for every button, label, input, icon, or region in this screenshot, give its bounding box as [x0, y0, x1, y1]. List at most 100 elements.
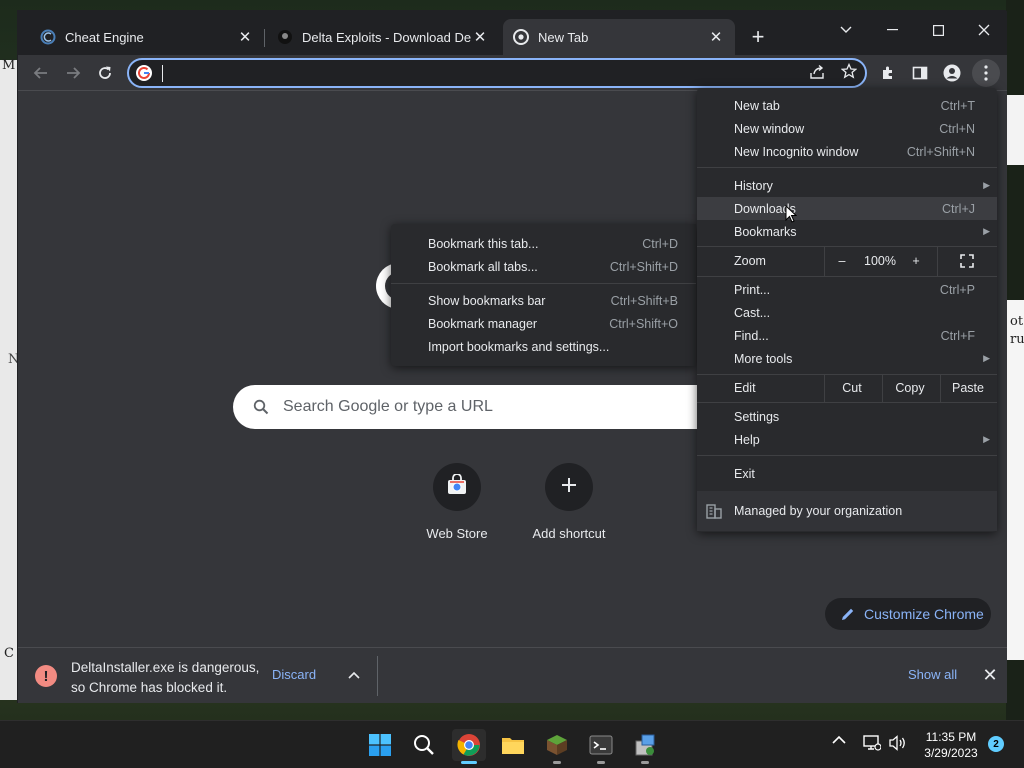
minimize-icon[interactable]	[869, 15, 915, 45]
reload-icon[interactable]	[91, 59, 119, 87]
menu-item-help[interactable]: Help ▶	[697, 428, 997, 451]
download-warning-line2: so Chrome has blocked it.	[71, 680, 228, 695]
tab-new-tab[interactable]: New Tab ✕	[503, 19, 735, 55]
shortcut-add[interactable]: Add shortcut	[514, 463, 624, 553]
menu-item-settings[interactable]: Settings	[697, 405, 997, 428]
menu-item-label: Show bookmarks bar	[428, 293, 546, 308]
menu-item-label: New tab	[734, 98, 780, 113]
menu-item-bookmark-tab[interactable]: Bookmark this tab... Ctrl+D	[391, 232, 696, 255]
running-indicator	[597, 761, 605, 764]
menu-item-label: Help	[734, 432, 760, 447]
taskbar-clock[interactable]: 11:35 PM 3/29/2023	[918, 729, 984, 761]
menu-item-bookmark-all-tabs[interactable]: Bookmark all tabs... Ctrl+Shift+D	[391, 255, 696, 278]
menu-item-more-tools[interactable]: More tools ▶	[697, 347, 997, 370]
taskbar-minecraft-icon[interactable]	[540, 729, 574, 764]
managed-by-organization[interactable]: Managed by your organization	[697, 491, 997, 531]
taskbar-installer-icon[interactable]	[628, 729, 662, 764]
ntp-search-input[interactable]	[283, 398, 663, 416]
menu-item-exit[interactable]: Exit	[697, 462, 997, 485]
menu-item-label: Bookmarks	[734, 224, 797, 239]
shortcut-web-store[interactable]: Web Store	[402, 463, 512, 553]
zoom-level: 100%	[864, 254, 896, 268]
menu-item-import-bookmarks[interactable]: Import bookmarks and settings...	[391, 335, 696, 358]
shortcut-tile	[545, 463, 593, 511]
submenu-arrow-icon: ▶	[983, 434, 990, 444]
active-indicator	[461, 761, 477, 764]
delta-favicon-icon	[277, 29, 293, 45]
menu-item-bookmarks[interactable]: Bookmarks ▶	[697, 220, 997, 243]
start-windows-icon[interactable]	[363, 729, 397, 761]
share-icon[interactable]	[809, 64, 825, 85]
close-window-icon[interactable]	[961, 15, 1007, 45]
tab-search-chevron-icon[interactable]	[823, 15, 869, 45]
plus-icon	[561, 477, 577, 498]
extensions-puzzle-icon[interactable]	[874, 59, 902, 87]
menu-item-cast[interactable]: Cast...	[697, 301, 997, 324]
ntp-search-box[interactable]	[233, 385, 713, 429]
chrome-main-menu: New tab Ctrl+T New window Ctrl+N New Inc…	[697, 88, 997, 532]
close-tab-icon[interactable]: ✕	[471, 28, 489, 46]
menu-item-label: Cast...	[734, 305, 771, 320]
taskbar-file-explorer-icon[interactable]	[496, 729, 530, 761]
download-warning-line1: DeltaInstaller.exe is dangerous,	[71, 660, 260, 675]
customize-chrome-button[interactable]: Customize Chrome	[825, 598, 991, 630]
taskbar-chrome-icon[interactable]	[452, 729, 486, 764]
maximize-icon[interactable]	[915, 15, 961, 45]
close-download-bar-icon[interactable]: ✕	[980, 665, 1000, 685]
chevron-up-icon[interactable]	[345, 666, 363, 684]
new-tab-plus-icon[interactable]: +	[746, 24, 770, 49]
network-icon[interactable]	[863, 735, 881, 751]
menu-item-show-bookmarks-bar[interactable]: Show bookmarks bar Ctrl+Shift+B	[391, 289, 696, 312]
running-indicator	[641, 761, 649, 764]
menu-item-find[interactable]: Find... Ctrl+F	[697, 324, 997, 347]
taskbar-search-icon[interactable]	[407, 729, 441, 761]
menu-item-new-window[interactable]: New window Ctrl+N	[697, 117, 997, 140]
volume-icon[interactable]	[889, 735, 907, 751]
menu-item-label: Import bookmarks and settings...	[428, 339, 610, 354]
paste-button[interactable]: Paste	[939, 374, 997, 402]
menu-item-label: Print...	[734, 282, 771, 297]
close-tab-icon[interactable]: ✕	[236, 28, 254, 46]
taskbar-terminal-icon[interactable]	[584, 729, 618, 764]
building-icon	[706, 503, 722, 522]
fullscreen-icon[interactable]	[953, 246, 981, 276]
menu-item-bookmark-manager[interactable]: Bookmark manager Ctrl+Shift+O	[391, 312, 696, 335]
back-arrow-icon[interactable]	[27, 59, 55, 87]
submenu-arrow-icon: ▶	[983, 353, 990, 363]
zoom-out-button[interactable]: –	[830, 246, 854, 276]
copy-button[interactable]: Copy	[881, 374, 939, 402]
menu-item-new-incognito[interactable]: New Incognito window Ctrl+Shift+N	[697, 140, 997, 163]
shortcut-tile	[433, 463, 481, 511]
tab-cheat-engine[interactable]: Cheat Engine ✕	[30, 19, 264, 55]
pencil-icon	[841, 607, 855, 621]
tray-overflow-chevron-icon[interactable]	[832, 735, 846, 745]
menu-item-new-tab[interactable]: New tab Ctrl+T	[697, 94, 997, 117]
chrome-menu-kebab-icon[interactable]	[972, 59, 1000, 87]
cheat-engine-favicon-icon	[40, 29, 56, 45]
menu-item-downloads[interactable]: Downloads Ctrl+J	[697, 197, 997, 220]
menu-separator	[391, 283, 696, 284]
omnibox[interactable]	[127, 58, 867, 88]
zoom-in-button[interactable]: +	[905, 246, 927, 276]
bookmarks-submenu: Bookmark this tab... Ctrl+D Bookmark all…	[391, 224, 696, 366]
cut-button[interactable]: Cut	[823, 374, 881, 402]
discard-button[interactable]: Discard	[272, 667, 316, 682]
bookmark-star-icon[interactable]	[840, 62, 858, 84]
close-tab-icon[interactable]: ✕	[707, 28, 725, 46]
submenu-arrow-icon: ▶	[983, 180, 990, 190]
menu-item-label: Edit	[734, 381, 756, 395]
tab-delta-exploits[interactable]: Delta Exploits - Download Delta ✕	[267, 19, 499, 55]
notification-count-badge[interactable]: 2	[988, 736, 1004, 752]
menu-item-label: New Incognito window	[734, 144, 859, 159]
menu-item-print[interactable]: Print... Ctrl+P	[697, 278, 997, 301]
menu-item-history[interactable]: History ▶	[697, 174, 997, 197]
menu-separator	[697, 167, 997, 168]
side-panel-icon[interactable]	[906, 59, 934, 87]
show-all-button[interactable]: Show all	[908, 667, 957, 682]
profile-avatar-icon[interactable]	[938, 59, 966, 87]
menu-item-label: Bookmark manager	[428, 316, 538, 331]
address-input[interactable]	[165, 63, 765, 83]
menu-item-shortcut: Ctrl+P	[939, 282, 975, 297]
forward-arrow-icon[interactable]	[59, 59, 87, 87]
desktop-text: C	[4, 646, 14, 661]
